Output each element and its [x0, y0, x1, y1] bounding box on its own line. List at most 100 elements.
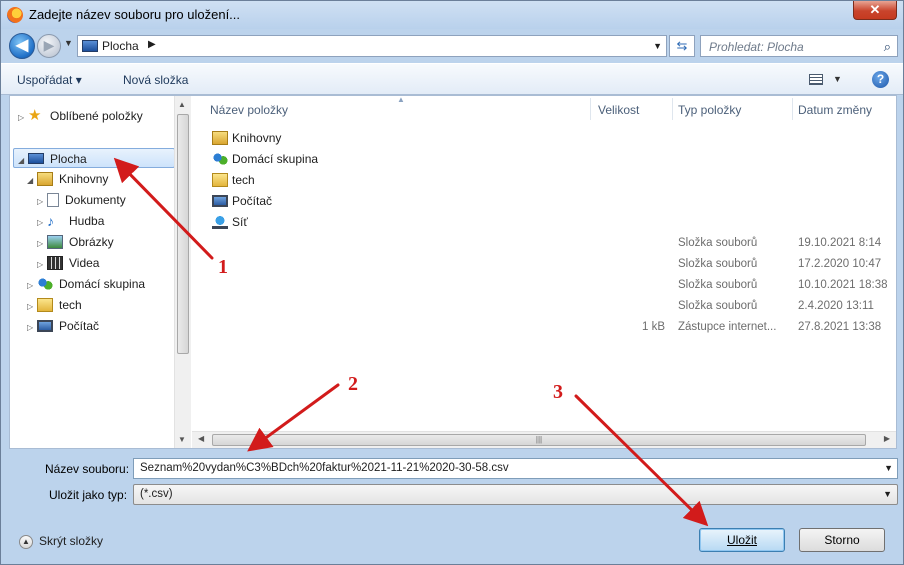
pictures-icon	[47, 234, 63, 249]
expand-arrow-icon[interactable]: ▷	[18, 108, 28, 128]
file-type: Složka souborů	[678, 300, 758, 312]
expand-arrow-icon[interactable]: ▷	[27, 318, 37, 338]
file-row-tech[interactable]: tech	[212, 170, 255, 190]
file-name: Počítač	[232, 194, 273, 208]
file-row-computer[interactable]: Počítač	[212, 191, 272, 211]
expand-arrow-icon[interactable]: ▷	[27, 276, 37, 296]
hide-folders-button[interactable]: ▲ Skrýt složky	[19, 534, 103, 549]
column-header-name[interactable]: Název položky	[210, 103, 288, 117]
filetype-value: (*.csv)	[140, 488, 173, 500]
scrollbar-thumb[interactable]	[177, 114, 189, 354]
tree-item-computer[interactable]: ▷ Počítač	[27, 316, 99, 336]
views-icon[interactable]	[809, 74, 823, 85]
expand-arrow-icon[interactable]: ▷	[37, 255, 47, 275]
file-row-network[interactable]: Síť	[212, 212, 248, 232]
videos-icon	[47, 255, 63, 270]
organize-button[interactable]: Uspořádat ▾	[17, 73, 82, 87]
desktop-icon	[28, 153, 44, 165]
filename-value[interactable]: Seznam%20vydan%C3%BDch%20faktur%2021-11-…	[140, 462, 509, 474]
file-list: ▲ Název položky Velikost Typ položky Dat…	[192, 95, 896, 448]
tree-item-tech[interactable]: ▷ tech	[27, 295, 82, 315]
tree-item-music[interactable]: ▷ ♪ Hudba	[37, 211, 104, 231]
address-separator-icon[interactable]: ▶	[148, 39, 156, 50]
documents-icon	[47, 192, 59, 207]
user-folder-icon	[37, 297, 53, 312]
firefox-icon	[7, 7, 23, 23]
history-dropdown-icon[interactable]: ▼	[64, 38, 73, 48]
views-dropdown-icon[interactable]: ▼	[833, 74, 842, 84]
file-row-libraries[interactable]: Knihovny	[212, 128, 281, 148]
tree-item-homegroup[interactable]: ▷ Domácí skupina	[27, 274, 145, 294]
search-input[interactable]: Prohledat: Plocha ⌕	[700, 35, 898, 57]
file-date: 27.8.2021 13:38	[798, 321, 882, 333]
column-divider[interactable]	[792, 98, 793, 120]
expand-arrow-icon[interactable]: ▷	[27, 297, 37, 317]
collapse-arrow-icon[interactable]: ◢	[18, 151, 28, 171]
file-type: Složka souborů	[678, 279, 758, 291]
nav-pane-scrollbar[interactable]: ▲ ▼	[174, 96, 191, 448]
column-divider[interactable]	[590, 98, 591, 120]
address-dropdown-icon[interactable]: ▼	[653, 41, 662, 51]
tree-item-videos[interactable]: ▷ Videa	[37, 253, 99, 273]
file-type: Složka souborů	[678, 237, 758, 249]
column-header-date[interactable]: Datum změny	[798, 103, 872, 117]
search-icon[interactable]: ⌕	[884, 39, 891, 55]
star-icon: ★	[28, 106, 42, 124]
annotation-label-2: 2	[348, 373, 358, 395]
save-button[interactable]: Uložit	[699, 528, 785, 552]
command-toolbar: Uspořádat ▾ Nová složka ▼ ?	[1, 63, 903, 95]
column-header-type[interactable]: Typ položky	[678, 103, 741, 117]
tree-item-pictures[interactable]: ▷ Obrázky	[37, 232, 114, 252]
expand-arrow-icon[interactable]: ▷	[37, 192, 47, 212]
help-icon[interactable]: ?	[872, 71, 889, 88]
navigation-bar: ◀ ▶ ▼ Plocha ▶ ▼ ⇆ Prohledat: Plocha ⌕	[1, 29, 903, 63]
scroll-down-icon[interactable]: ▼	[178, 435, 186, 444]
tree-item-label: Knihovny	[59, 172, 109, 186]
column-divider[interactable]	[672, 98, 673, 120]
scrollbar-thumb[interactable]: |||	[212, 434, 866, 446]
tree-item-label: Domácí skupina	[59, 277, 146, 291]
expand-arrow-icon[interactable]: ▷	[37, 213, 47, 233]
file-list-hscrollbar[interactable]: ◀ ||| ▶	[192, 431, 896, 448]
scroll-right-icon[interactable]: ▶	[884, 434, 890, 443]
cancel-button[interactable]: Storno	[799, 528, 885, 552]
filetype-select[interactable]: (*.csv) ▼	[133, 484, 898, 505]
collapse-arrow-icon[interactable]: ◢	[27, 171, 37, 191]
column-header-size[interactable]: Velikost	[598, 103, 639, 117]
back-button[interactable]: ◀	[9, 33, 35, 59]
window-title: Zadejte název souboru pro uložení...	[29, 7, 241, 22]
file-date: 19.10.2021 8:14	[798, 237, 882, 249]
file-name: Domácí skupina	[232, 152, 319, 166]
new-folder-button[interactable]: Nová složka	[123, 73, 188, 87]
scroll-left-icon[interactable]: ◀	[198, 434, 204, 443]
forward-button[interactable]: ▶	[37, 34, 61, 58]
address-text[interactable]: Plocha	[102, 39, 139, 53]
scroll-up-icon[interactable]: ▲	[178, 100, 186, 109]
search-placeholder: Prohledat: Plocha	[709, 40, 804, 54]
tree-item-label: Dokumenty	[65, 193, 126, 207]
filename-dropdown-icon[interactable]: ▼	[884, 463, 893, 473]
close-button[interactable]: ✕	[853, 1, 897, 20]
file-date: 2.4.2020 13:11	[798, 300, 874, 312]
tree-item-favorites[interactable]: ▷ ★ Oblíbené položky	[18, 106, 143, 126]
file-row-homegroup[interactable]: Domácí skupina	[212, 149, 318, 169]
navigation-pane: ▷ ★ Oblíbené položky ◢ Plocha ◢ Knihovny ▷ Do…	[10, 96, 191, 448]
expand-arrow-icon[interactable]: ▷	[37, 234, 47, 254]
filetype-dropdown-icon[interactable]: ▼	[883, 489, 892, 499]
filetype-label: Uložit jako typ:	[49, 488, 128, 502]
file-size: 1 kB	[642, 321, 666, 333]
tree-item-desktop[interactable]: ◢ Plocha	[13, 148, 175, 168]
tree-item-libraries[interactable]: ◢ Knihovny	[27, 169, 108, 189]
filename-field[interactable]: Seznam%20vydan%C3%BDch%20faktur%2021-11-…	[133, 458, 898, 479]
filename-label: Název souboru:	[45, 462, 130, 476]
tree-item-label: Počítač	[59, 319, 100, 333]
chevron-up-icon: ▲	[19, 534, 33, 549]
libraries-icon	[37, 171, 53, 186]
tree-item-label: Hudba	[69, 214, 105, 228]
tree-item-label: tech	[59, 298, 82, 312]
tree-item-documents[interactable]: ▷ Dokumenty	[37, 190, 126, 210]
hide-folders-label: Skrýt složky	[39, 534, 104, 548]
refresh-button[interactable]: ⇆	[669, 35, 695, 57]
address-bar[interactable]: Plocha ▶ ▼	[77, 35, 667, 57]
libraries-icon	[212, 130, 228, 145]
